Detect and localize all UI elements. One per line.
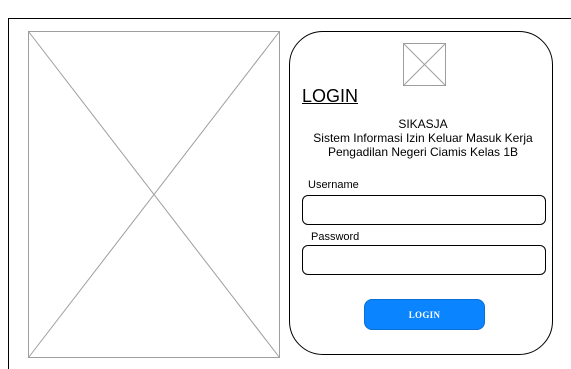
app-description-line-1: Sistem Informasi Izin Keluar Masuk Kerja: [313, 131, 533, 145]
login-button[interactable]: LOGIN: [364, 299, 485, 330]
image-placeholder-icon: [28, 31, 280, 358]
password-label: Password: [311, 231, 360, 243]
logo-placeholder-icon: [403, 43, 446, 86]
password-input[interactable]: [302, 245, 546, 275]
app-name: SIKASJA: [398, 117, 448, 131]
frame-border-left: [8, 18, 9, 369]
username-input[interactable]: [302, 195, 546, 225]
frame-border-top: [8, 18, 571, 19]
app-info: SIKASJA Sistem Informasi Izin Keluar Mas…: [291, 117, 555, 159]
login-button-label: LOGIN: [408, 309, 441, 320]
page-title: LOGIN: [302, 86, 359, 106]
username-label: Username: [308, 179, 359, 191]
app-description-line-2: Pengadilan Negeri Ciamis Kelas 1B: [327, 145, 519, 159]
